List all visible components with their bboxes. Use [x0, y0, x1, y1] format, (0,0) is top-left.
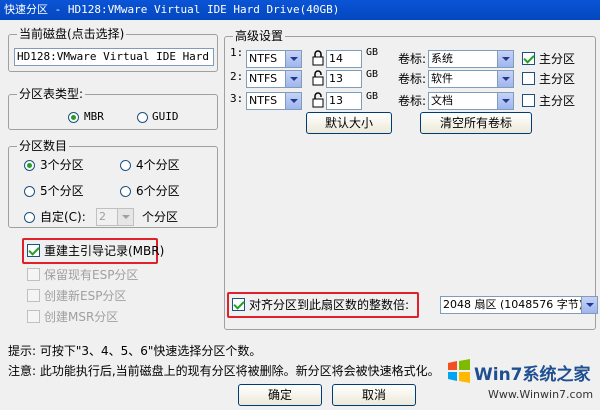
row1-index: 1:	[230, 46, 244, 59]
count-custom-suffix: 个分区	[142, 210, 179, 224]
watermark-brand: Win7系统之家	[474, 365, 591, 385]
row2-unit: GB	[366, 69, 379, 80]
unlock-icon[interactable]	[310, 70, 326, 86]
create-esp-label: 创建新ESP分区	[44, 289, 127, 303]
clear-labels-button[interactable]: 清空所有卷标	[420, 112, 532, 134]
create-msr-checkbox	[27, 310, 40, 323]
chevron-down-icon[interactable]	[581, 297, 597, 313]
row1-vol-label: 卷标:	[398, 52, 427, 66]
count-6-radio[interactable]	[120, 186, 131, 197]
count-4-label[interactable]: 4个分区	[136, 158, 180, 172]
disk-legend: 当前磁盘(点击选择)	[17, 27, 127, 41]
align-label[interactable]: 对齐分区到此扇区数的整数倍:	[249, 298, 409, 312]
custom-count-combo: 2	[96, 208, 134, 226]
row3-primary-label[interactable]: 主分区	[539, 94, 575, 108]
row2-index: 2:	[230, 70, 244, 83]
advanced-legend: 高级设置	[233, 29, 286, 43]
chevron-down-icon[interactable]	[285, 93, 301, 109]
guid-label[interactable]: GUID	[152, 110, 179, 124]
window-title: 快速分区 - HD128:VMware Virtual IDE Hard Dri…	[0, 0, 600, 20]
row3-index: 3:	[230, 92, 244, 105]
row2-fs-value: NTFS	[249, 72, 278, 85]
align-value: 2048 扇区 (1048576 字节)	[443, 298, 584, 311]
watermark: Win7系统之家 Www.Winwin7.com	[438, 354, 598, 406]
count-custom-label[interactable]: 自定(C):	[40, 210, 86, 224]
guid-radio[interactable]	[137, 112, 148, 123]
count-custom-radio[interactable]	[24, 212, 35, 223]
chevron-down-icon[interactable]	[285, 51, 301, 67]
warning-text: 注意: 此功能执行后,当前磁盘上的现有分区将被删除。新分区将会被快速格式化。	[8, 364, 440, 378]
partition-table-group: 分区表类型:	[8, 87, 218, 130]
row1-fs-value: NTFS	[249, 52, 278, 65]
row3-vol-label: 卷标:	[398, 94, 427, 108]
row1-vol-combo[interactable]: 系统	[428, 50, 514, 68]
custom-count-value: 2	[99, 210, 106, 223]
windows-logo-icon	[448, 359, 470, 383]
row3-fs-combo[interactable]: NTFS	[246, 92, 302, 110]
rebuild-mbr-label[interactable]: 重建主引导记录(MBR)	[44, 244, 164, 258]
row3-vol-value: 文档	[431, 94, 453, 107]
count-5-label[interactable]: 5个分区	[40, 184, 84, 198]
watermark-url: Www.Winwin7.com	[488, 388, 594, 401]
chevron-down-icon[interactable]	[497, 71, 513, 87]
ok-button[interactable]: 确定	[238, 384, 322, 406]
align-checkbox[interactable]	[232, 298, 245, 311]
tip-text: 提示: 可按下"3、4、5、6"快速选择分区个数。	[8, 344, 262, 358]
count-3-radio[interactable]	[24, 160, 35, 171]
row2-size-field[interactable]: 13	[326, 70, 362, 88]
lock-icon[interactable]	[310, 50, 326, 66]
row1-size-field[interactable]: 14	[326, 50, 362, 68]
row3-fs-value: NTFS	[249, 94, 278, 107]
count-3-label[interactable]: 3个分区	[40, 158, 84, 172]
row1-vol-value: 系统	[431, 52, 453, 65]
create-msr-label: 创建MSR分区	[44, 310, 119, 324]
chevron-down-icon[interactable]	[497, 51, 513, 67]
mbr-radio[interactable]	[68, 112, 79, 123]
row2-primary-label[interactable]: 主分区	[539, 72, 575, 86]
disk-select-field[interactable]: HD128:VMware Virtual IDE Hard Driv	[14, 48, 214, 66]
keep-esp-checkbox	[27, 268, 40, 281]
row2-vol-combo[interactable]: 软件	[428, 70, 514, 88]
row2-vol-label: 卷标:	[398, 72, 427, 86]
partition-table-legend: 分区表类型:	[17, 87, 86, 101]
default-size-button[interactable]: 默认大小	[306, 112, 392, 134]
chevron-down-icon	[117, 209, 133, 225]
keep-esp-label: 保留现有ESP分区	[44, 268, 139, 282]
count-4-radio[interactable]	[120, 160, 131, 171]
row2-vol-value: 软件	[431, 72, 453, 85]
unlock-icon[interactable]	[310, 92, 326, 108]
partition-count-legend: 分区数目	[17, 139, 70, 153]
count-6-label[interactable]: 6个分区	[136, 184, 180, 198]
row1-primary-checkbox[interactable]	[522, 52, 535, 65]
create-esp-checkbox	[27, 289, 40, 302]
row3-vol-combo[interactable]: 文档	[428, 92, 514, 110]
row3-size-field[interactable]: 13	[326, 92, 362, 110]
cancel-button[interactable]: 取消	[332, 384, 416, 406]
row1-fs-combo[interactable]: NTFS	[246, 50, 302, 68]
row3-primary-checkbox[interactable]	[522, 94, 535, 107]
chevron-down-icon[interactable]	[285, 71, 301, 87]
mbr-label[interactable]: MBR	[84, 110, 104, 124]
row1-unit: GB	[366, 47, 379, 58]
align-combo[interactable]: 2048 扇区 (1048576 字节)	[440, 296, 598, 314]
chevron-down-icon[interactable]	[497, 93, 513, 109]
row2-primary-checkbox[interactable]	[522, 72, 535, 85]
row1-primary-label[interactable]: 主分区	[539, 52, 575, 66]
count-5-radio[interactable]	[24, 186, 35, 197]
row3-unit: GB	[366, 91, 379, 102]
rebuild-mbr-checkbox[interactable]	[27, 244, 40, 257]
row2-fs-combo[interactable]: NTFS	[246, 70, 302, 88]
